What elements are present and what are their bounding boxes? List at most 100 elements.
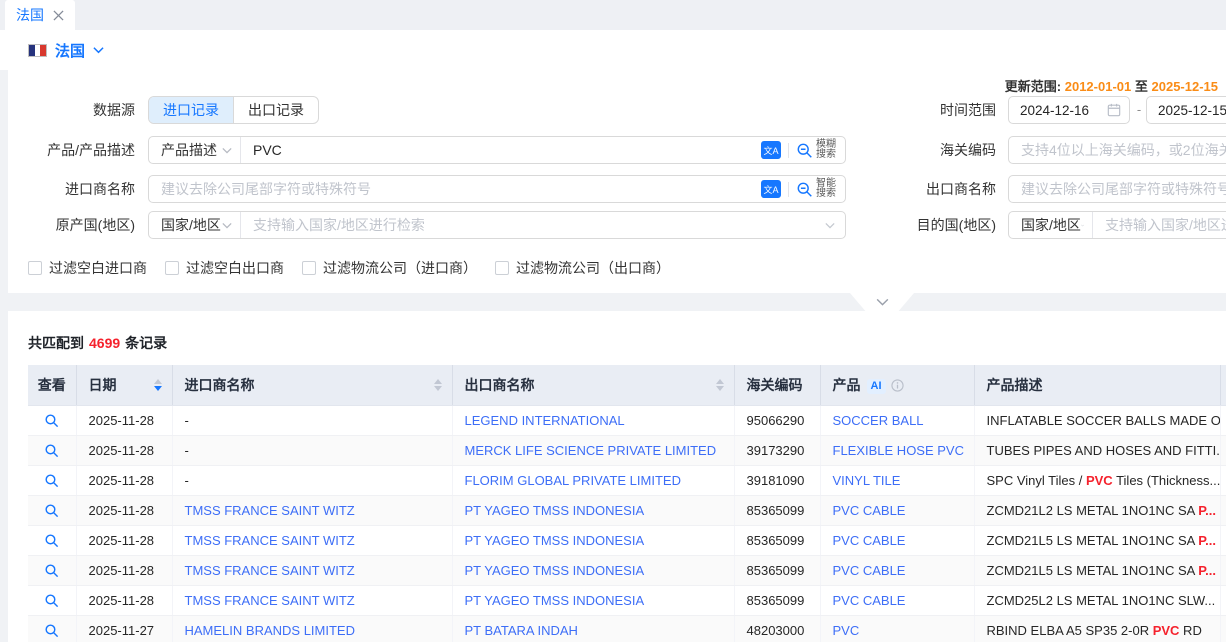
date-end-field[interactable] (1146, 96, 1226, 124)
exporter-link[interactable]: MERCK LIFE SCIENCE PRIVATE LIMITED (465, 443, 717, 458)
select-chevron-down-icon (1081, 222, 1084, 229)
description-cell: ZCMD25L2 LS METAL 1NO1NC SLW... (974, 585, 1220, 615)
product-link[interactable]: PVC CABLE (833, 503, 906, 518)
product-link[interactable]: FLEXIBLE HOSE PVC (833, 443, 965, 458)
smart-search-label-line2: 搜索 (816, 189, 836, 199)
hs-code-cell: 95066290 (734, 405, 820, 435)
checkbox-filter-blank-importer[interactable]: 过滤空白进口商 (28, 258, 147, 278)
exporter-input[interactable] (1009, 176, 1226, 202)
exporter-link[interactable]: LEGEND INTERNATIONAL (465, 413, 625, 428)
importer-link[interactable]: TMSS FRANCE SAINT WITZ (185, 563, 355, 578)
exporter-link[interactable]: PT BATARA INDAH (465, 623, 578, 638)
importer-link[interactable]: TMSS FRANCE SAINT WITZ (185, 533, 355, 548)
collapse-handle[interactable] (850, 293, 914, 311)
country-chevron-down-icon[interactable] (93, 41, 104, 59)
result-count: 共匹配到4699条记录 (28, 333, 167, 353)
exporter-sort-control[interactable] (716, 379, 724, 391)
importer-link[interactable]: - (185, 473, 189, 488)
checkbox-filter-logistics-exporter[interactable]: 过滤物流公司（出口商） (495, 258, 670, 278)
importer-link[interactable]: TMSS FRANCE SAINT WITZ (185, 503, 355, 518)
view-cell (28, 555, 76, 585)
info-icon[interactable] (891, 379, 904, 395)
table-row: 2025-11-27 HAMELIN BRANDS LIMITED PT BAT… (28, 615, 1226, 642)
origin-country-select[interactable]: 国家/地区 (149, 212, 241, 238)
description-cell: ZCMD21L2 LS METAL 1NO1NC SA P... (974, 495, 1220, 525)
description-cell: ZCMD21L5 LS METAL 1NO1NC SA P... (974, 555, 1220, 585)
product-link[interactable]: PVC CABLE (833, 593, 906, 608)
view-magnifier-icon[interactable] (44, 443, 59, 458)
importer-link[interactable]: - (185, 443, 189, 458)
product-type-select[interactable]: 产品描述 (149, 137, 241, 163)
translate-icon[interactable]: 文A (761, 180, 781, 198)
view-magnifier-icon[interactable] (44, 533, 59, 548)
checkbox-icon[interactable] (28, 261, 42, 275)
destination-country-select[interactable]: 国家/地区 (1009, 212, 1093, 238)
view-magnifier-icon[interactable] (44, 473, 59, 488)
export-records-tab[interactable]: 出口记录 (233, 97, 318, 123)
date-sort-control[interactable] (154, 379, 162, 391)
table-row: 2025-11-28 TMSS FRANCE SAINT WITZ PT YAG… (28, 495, 1226, 525)
importer-input[interactable] (149, 176, 761, 202)
checkbox-icon[interactable] (495, 261, 509, 275)
importer-cell: - (172, 405, 452, 435)
column-header-description: 产品描述 (974, 365, 1220, 405)
destination-country-input[interactable] (1093, 212, 1226, 238)
product-search-input[interactable] (241, 137, 761, 163)
importer-sort-control[interactable] (434, 379, 442, 391)
chevron-down-icon[interactable] (825, 222, 845, 229)
hs-code-cell: 39173290 (734, 435, 820, 465)
view-magnifier-icon[interactable] (44, 503, 59, 518)
checkbox-filter-logistics-importer[interactable]: 过滤物流公司（进口商） (302, 258, 477, 278)
origin-country-input[interactable] (241, 212, 825, 238)
tab-close-icon[interactable] (53, 10, 64, 21)
product-link[interactable]: PVC CABLE (833, 533, 906, 548)
country-name[interactable]: 法国 (55, 40, 85, 61)
importer-link[interactable]: HAMELIN BRANDS LIMITED (185, 623, 355, 638)
product-link[interactable]: PVC (833, 623, 860, 638)
product-link[interactable]: PVC CABLE (833, 563, 906, 578)
destination-country-select-value: 国家/地区 (1021, 215, 1081, 235)
exporter-link[interactable]: PT YAGEO TMSS INDONESIA (465, 593, 645, 608)
view-magnifier-icon[interactable] (44, 563, 59, 578)
view-magnifier-icon[interactable] (44, 413, 59, 428)
product-link[interactable]: SOCCER BALL (833, 413, 924, 428)
product-cell: PVC CABLE (820, 555, 974, 585)
data-source-label: 数据源 (20, 96, 135, 124)
date-cell: 2025-11-28 (76, 585, 172, 615)
date-start-input[interactable] (1009, 97, 1107, 123)
importer-link[interactable]: TMSS FRANCE SAINT WITZ (185, 593, 355, 608)
hs-code-input[interactable] (1009, 137, 1226, 163)
view-magnifier-icon[interactable] (44, 593, 59, 608)
exporter-link[interactable]: FLORIM GLOBAL PRIVATE LIMITED (465, 473, 681, 488)
product-cell: FLEXIBLE HOSE PVC (820, 435, 974, 465)
date-end-input[interactable] (1147, 97, 1226, 123)
table-row: 2025-11-28 - FLORIM GLOBAL PRIVATE LIMIT… (28, 465, 1226, 495)
date-start-field[interactable] (1008, 96, 1130, 124)
exporter-link[interactable]: PT YAGEO TMSS INDONESIA (465, 533, 645, 548)
checkbox-filter-blank-exporter[interactable]: 过滤空白出口商 (165, 258, 284, 278)
column-header-exporter[interactable]: 出口商名称 (452, 365, 734, 405)
date-cell: 2025-11-28 (76, 465, 172, 495)
translate-icon[interactable]: 文A (761, 141, 781, 159)
tab-france[interactable]: 法国 (5, 0, 75, 30)
description-cell: RBIND ELBA A5 SP35 2-0R PVC RD (974, 615, 1220, 642)
checkbox-icon[interactable] (165, 261, 179, 275)
column-header-importer[interactable]: 进口商名称 (172, 365, 452, 405)
product-link[interactable]: VINYL TILE (833, 473, 901, 488)
import-records-tab[interactable]: 进口记录 (149, 97, 233, 123)
exporter-link[interactable]: PT YAGEO TMSS INDONESIA (465, 563, 645, 578)
results-panel: 共匹配到4699条记录 查看 日期 进口商名称 (8, 311, 1226, 642)
page-left-gutter (0, 70, 8, 642)
exporter-link[interactable]: PT YAGEO TMSS INDONESIA (465, 503, 645, 518)
column-header-date[interactable]: 日期 (76, 365, 172, 405)
country-row: 法国 (0, 30, 1226, 70)
smart-search-button[interactable]: 智能 搜索 (796, 179, 836, 199)
importer-link[interactable]: - (185, 413, 189, 428)
fuzzy-search-button[interactable]: 模糊 搜索 (796, 140, 836, 160)
exporter-cell: MERCK LIFE SCIENCE PRIVATE LIMITED (452, 435, 734, 465)
product-cell: PVC (820, 615, 974, 642)
view-cell (28, 585, 76, 615)
view-magnifier-icon[interactable] (44, 623, 59, 638)
checkbox-icon[interactable] (302, 261, 316, 275)
extra-cell (1220, 465, 1226, 495)
